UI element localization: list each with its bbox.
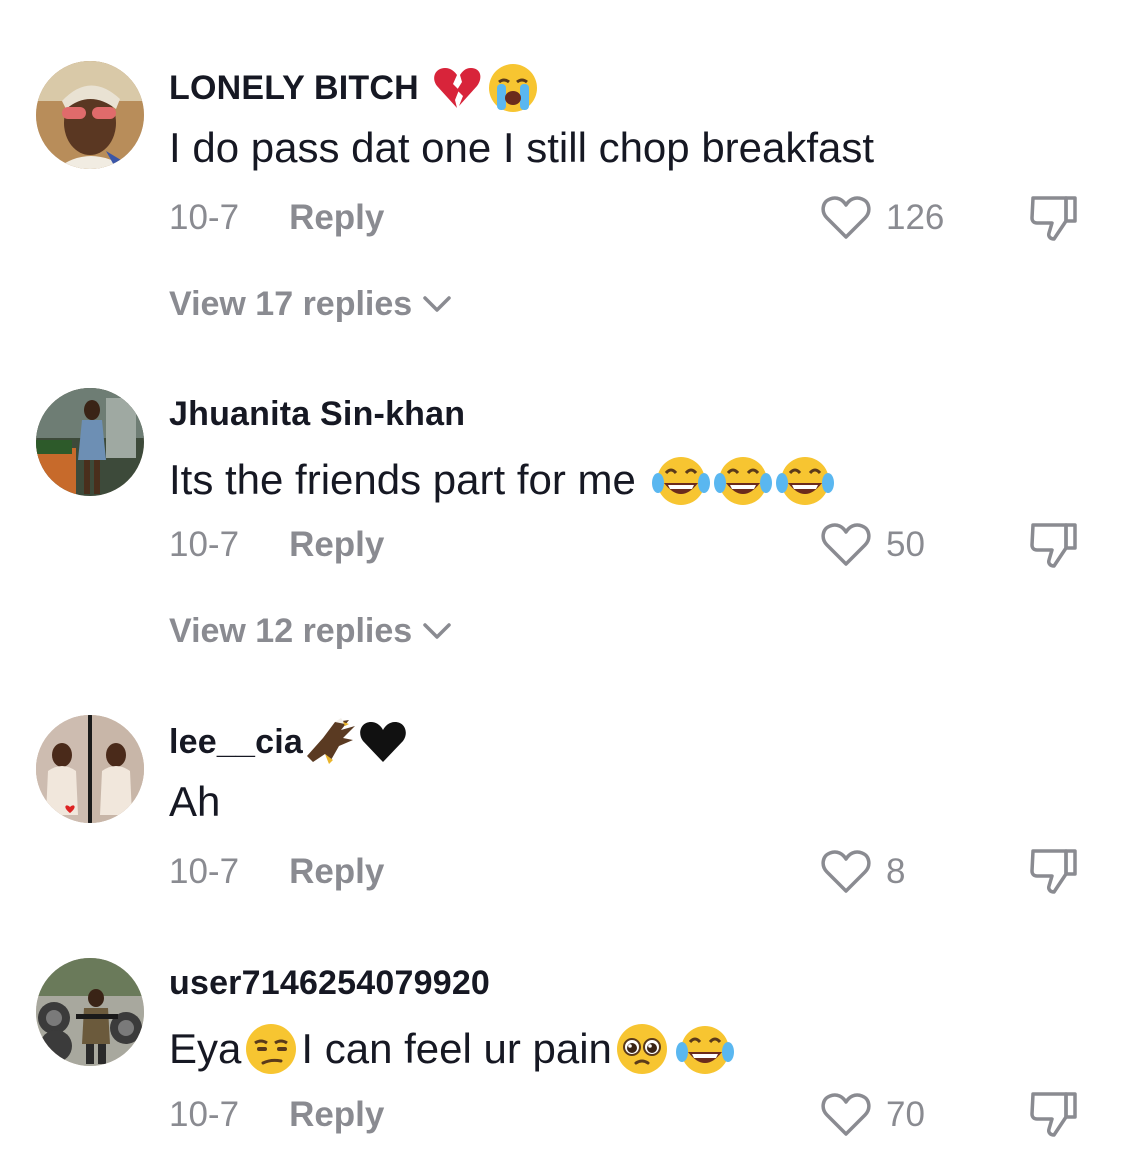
thumbs-down-outline-icon[interactable] (1028, 193, 1080, 243)
reply-button[interactable]: Reply (289, 1095, 384, 1135)
like-count: 8 (886, 852, 906, 891)
comment-text-part: I can feel ur pain (301, 1025, 612, 1072)
username[interactable]: Jhuanita Sin-khan (169, 392, 465, 436)
reply-button[interactable]: Reply (289, 198, 384, 238)
heart-outline-icon (821, 196, 871, 239)
username-text: user7146254079920 (169, 963, 491, 1002)
comment-meta: 10-7 Reply (169, 523, 384, 567)
broken-heart-emoji (431, 62, 483, 114)
face-with-tears-of-joy-emoji (675, 1022, 734, 1076)
reply-button[interactable]: Reply (289, 525, 384, 565)
view-replies-button[interactable]: View 12 replies (169, 609, 452, 653)
reply-button[interactable]: Reply (289, 852, 384, 892)
black-heart-emoji (357, 716, 409, 768)
like-button[interactable]: 126 (820, 195, 944, 241)
like-count: 126 (886, 198, 945, 237)
comment-text-part: Eya (169, 1025, 242, 1072)
comment-meta: 10-7 Reply (169, 196, 384, 240)
like-count: 70 (886, 1095, 925, 1134)
avatar[interactable] (36, 715, 144, 823)
comment-date: 10-7 (169, 1095, 240, 1134)
avatar[interactable] (36, 61, 144, 169)
chevron-down-icon (423, 296, 451, 312)
username[interactable]: user7146254079920 (169, 961, 490, 1005)
eagle-emoji (305, 716, 357, 768)
view-replies-button[interactable]: View 17 replies (169, 282, 452, 326)
avatar[interactable] (36, 388, 144, 496)
heart-outline-icon (821, 523, 871, 566)
view-replies-label: View 17 replies (169, 284, 413, 323)
username-text: lee__cia (169, 722, 303, 761)
loudly-crying-face-emoji (487, 62, 539, 114)
view-replies-label: View 12 replies (169, 611, 413, 650)
heart-outline-icon (821, 850, 871, 893)
username[interactable]: lee__cia (169, 718, 409, 766)
username[interactable]: LONELY BITCH (169, 64, 539, 112)
face-with-tears-of-joy-emoji (713, 453, 772, 507)
thumbs-down-outline-icon[interactable] (1028, 1089, 1080, 1139)
like-button[interactable]: 50 (820, 522, 925, 568)
comment-meta: 10-7 Reply (169, 1093, 384, 1137)
comment-text-content: Its the friends part for me (169, 456, 636, 503)
comment-date: 10-7 (169, 525, 240, 564)
comment-text: Its the friends part for me (169, 452, 834, 508)
thumbs-down-outline-icon[interactable] (1028, 846, 1080, 896)
like-button[interactable]: 70 (820, 1092, 925, 1138)
comment-text: Ah (169, 776, 220, 828)
chevron-down-icon (423, 623, 451, 639)
heart-outline-icon (821, 1093, 871, 1136)
comment-date: 10-7 (169, 198, 240, 237)
comment-date: 10-7 (169, 852, 240, 891)
avatar[interactable] (36, 958, 144, 1066)
face-with-tears-of-joy-emoji (775, 453, 834, 507)
comment-text-content: Ah (169, 778, 221, 825)
comment-text: I do pass dat one I still chop breakfast (169, 122, 874, 174)
like-count: 50 (886, 525, 925, 564)
unamused-face-emoji (243, 1021, 299, 1077)
like-button[interactable]: 8 (820, 849, 905, 895)
face-with-tears-of-joy-emoji (651, 453, 710, 507)
comment-text-content: I do pass dat one I still chop breakfast (169, 124, 875, 171)
comment-meta: 10-7 Reply (169, 850, 384, 894)
pleading-face-emoji (614, 1021, 670, 1077)
comment-text: Eya I can feel ur pain (169, 1020, 734, 1078)
username-text: LONELY BITCH (169, 68, 419, 107)
username-text: Jhuanita Sin-khan (169, 394, 466, 433)
thumbs-down-outline-icon[interactable] (1028, 520, 1080, 570)
